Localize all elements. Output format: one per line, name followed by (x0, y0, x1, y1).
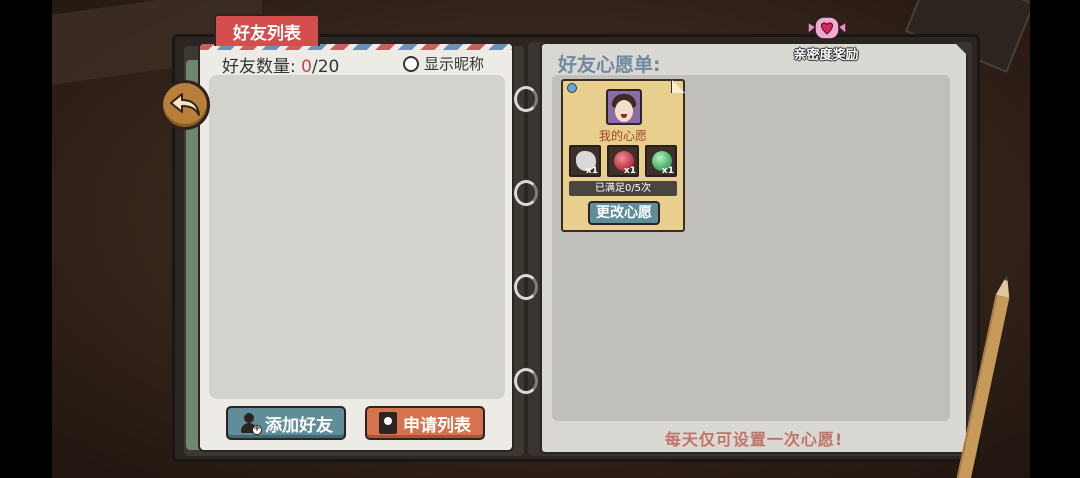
daily-wish-note: 每天仅可设置一次心愿! (664, 430, 844, 449)
add-person-icon: + (239, 412, 262, 435)
wish-items: x1 x1 x1 (569, 145, 677, 177)
wish-item-white-stone[interactable]: x1 (569, 145, 601, 177)
item-qty: x1 (623, 166, 636, 176)
add-friend-button[interactable]: + 添加好友 (226, 406, 346, 440)
my-wish-title: 我的心愿 (598, 129, 647, 143)
show-nickname-toggle[interactable]: 显示昵称 (403, 53, 484, 74)
item-qty: x1 (585, 166, 598, 176)
back-button[interactable] (160, 80, 210, 130)
friend-list-page: 好友数量: 0/20 显示昵称 + 添加好友 申请列表 (200, 44, 512, 450)
friend-list[interactable] (209, 75, 505, 399)
tab-friend-list[interactable]: 好友列表 (214, 14, 320, 46)
item-qty: x1 (661, 166, 674, 176)
letterbox-right (1030, 0, 1080, 478)
intimacy-reward-button[interactable]: 亲密度奖励 (786, 10, 866, 66)
friend-count-current: 0 (301, 57, 312, 77)
add-friend-label: 添加好友 (265, 415, 333, 436)
friend-count-max: /20 (311, 57, 340, 77)
heart-candy-icon (807, 16, 847, 40)
back-arrow-icon (170, 93, 200, 116)
binder-ring (514, 368, 538, 394)
apply-list-button[interactable]: 申请列表 (365, 406, 485, 440)
wishlist-title: 好友心愿单: (558, 54, 661, 76)
wish-progress: 已满足0/5次 (569, 181, 677, 196)
page-corner (954, 42, 968, 56)
pin-icon (567, 83, 577, 93)
card-corner-fold (671, 79, 685, 93)
intimacy-reward-label: 亲密度奖励 (793, 48, 859, 63)
radio-icon[interactable] (403, 55, 419, 72)
game-scene: 好友数量: 0/20 显示昵称 + 添加好友 申请列表 好友列表 好友心愿单: … (0, 0, 1080, 478)
binder-ring (514, 180, 538, 206)
request-doc-icon (379, 412, 397, 434)
binder-ring (514, 86, 538, 112)
wish-item-red-orb[interactable]: x1 (607, 145, 639, 177)
wish-item-green-orb[interactable]: x1 (645, 145, 677, 177)
binder-ring (514, 274, 538, 300)
avatar (606, 89, 642, 125)
apply-list-label: 申请列表 (403, 415, 471, 436)
letterbox-left (0, 0, 52, 478)
friend-count: 好友数量: 0/20 (222, 52, 339, 77)
change-wish-button[interactable]: 更改心愿 (588, 201, 660, 225)
friend-count-label: 好友数量: (222, 57, 296, 77)
show-nickname-label: 显示昵称 (424, 55, 485, 73)
tab-friend-list-label: 好友列表 (233, 23, 301, 44)
my-wish-card: 我的心愿 x1 x1 x1 已满足0/5次 更改心愿 (561, 79, 685, 232)
